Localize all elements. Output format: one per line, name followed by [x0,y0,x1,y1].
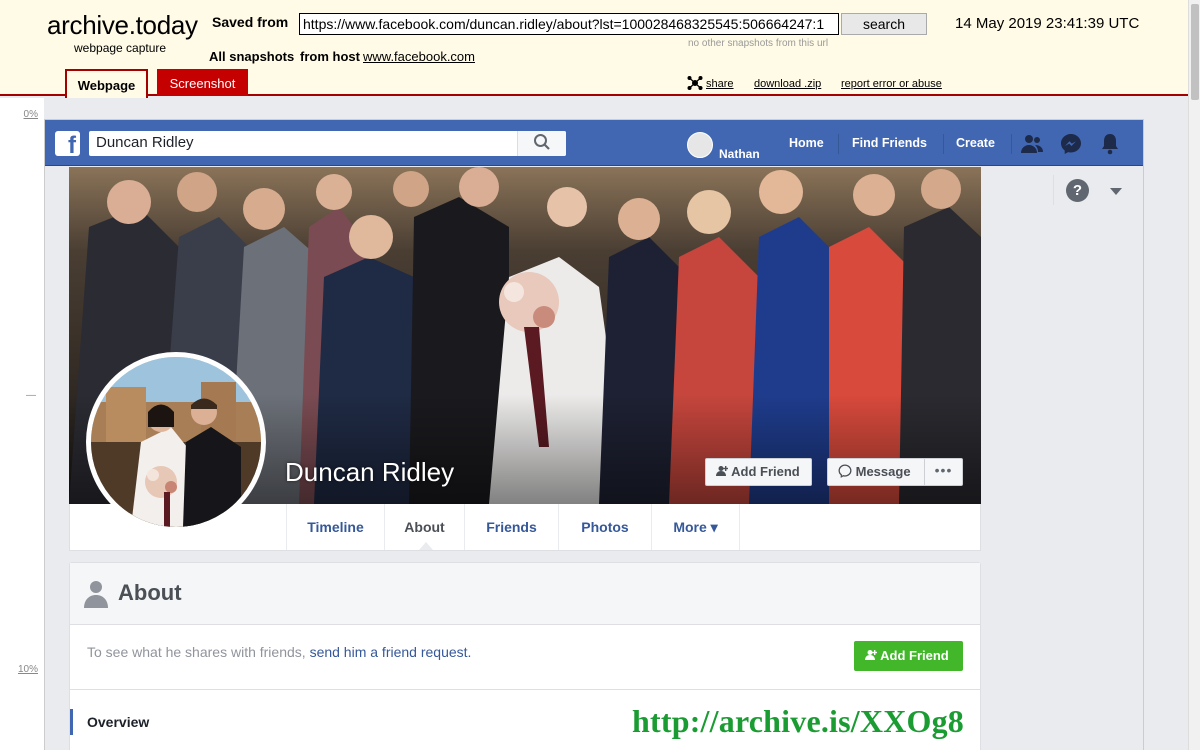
nav-find-friends[interactable]: Find Friends [852,136,927,150]
nav-home[interactable]: Home [789,136,824,150]
user-name[interactable]: Nathan [719,147,760,161]
messenger-icon[interactable] [1059,132,1083,156]
facebook-search-button[interactable] [517,131,566,156]
all-snapshots-label: All snapshots [209,49,295,64]
search-icon [534,134,550,150]
add-friend-green-button[interactable]: Add Friend [854,641,963,671]
tab-screenshot[interactable]: Screenshot [157,69,248,96]
gutter-mark-top[interactable]: 0% [24,109,38,120]
overview-active-indicator [70,709,73,735]
search-button[interactable]: search [841,13,927,35]
tab-more[interactable]: More ▾ [651,504,740,550]
nav-create[interactable]: Create [956,136,995,150]
no-other-snapshots-note: no other snapshots from this url [688,38,829,49]
tab-timeline[interactable]: Timeline [286,504,384,550]
person-icon [84,580,108,613]
nav-divider [943,134,944,154]
add-friend-button[interactable]: Add Friend [705,458,812,486]
facebook-page: f Duncan Ridley Nathan Home Find Friends… [44,119,1144,750]
nav-divider [838,134,839,154]
archive-header: archive.today webpage capture Saved from… [0,0,1188,98]
messenger-icon [838,464,852,478]
tab-webpage[interactable]: Webpage [65,69,148,98]
scrollbar-thumb[interactable] [1191,4,1199,100]
nav-divider [1011,134,1012,154]
host-link[interactable]: www.facebook.com [363,49,475,64]
about-message-text: To see what he shares with friends, [87,644,306,660]
download-zip-link[interactable]: download .zip [754,78,821,90]
add-friend-green-label: Add Friend [880,648,949,663]
profile-picture-image [91,357,261,527]
add-friend-label: Add Friend [731,464,800,479]
help-divider [1053,175,1054,205]
tab-friends[interactable]: Friends [464,504,558,550]
about-divider [70,689,980,690]
saved-from-label: Saved from [212,14,289,30]
facebook-logo-icon[interactable]: f [55,131,80,156]
archive-logo[interactable]: archive.today [47,10,198,41]
archive-logo-subtitle: webpage capture [74,41,167,55]
gutter-mark-mid: — [26,390,36,401]
capture-timestamp: 14 May 2019 23:41:39 UTC [955,15,1140,32]
archive-watermark: http://archive.is/XXOg8 [632,703,965,739]
scroll-position-gutter: 0% — 10% [0,98,44,750]
message-label: Message [855,464,911,479]
facebook-search-input[interactable]: Duncan Ridley [89,131,566,156]
about-nav-overview[interactable]: Overview [87,714,149,730]
user-avatar[interactable] [687,132,713,158]
more-options-button[interactable]: ••• [925,458,963,486]
about-title: About [118,580,182,605]
report-abuse-link[interactable]: report error or abuse [841,78,942,90]
tab-photos[interactable]: Photos [558,504,651,550]
profile-name[interactable]: Duncan Ridley [285,457,454,488]
send-friend-request-link[interactable]: send him a friend request. [310,644,472,660]
about-header: About [70,563,980,625]
url-input[interactable]: https://www.facebook.com/duncan.ridley/a… [299,13,839,35]
facebook-top-bar: f Duncan Ridley Nathan Home Find Friends… [45,120,1143,166]
add-friend-icon [865,650,878,660]
page-scrollbar[interactable] [1188,0,1200,750]
help-icon[interactable]: ? [1066,179,1089,202]
settings-caret-icon[interactable] [1110,188,1122,195]
gutter-mark-bottom[interactable]: 10% [18,664,38,675]
friend-requests-icon[interactable] [1020,132,1044,156]
add-friend-icon [716,466,729,476]
share-icon[interactable] [687,75,703,95]
profile-picture[interactable] [86,352,266,532]
message-button[interactable]: Message [827,458,925,486]
notifications-bell-icon[interactable] [1098,132,1122,156]
share-link[interactable]: share [706,78,734,90]
active-tab-caret-icon [419,542,433,550]
from-host-label: from host [300,49,360,64]
about-friend-request-message: To see what he shares with friends, send… [87,644,471,660]
